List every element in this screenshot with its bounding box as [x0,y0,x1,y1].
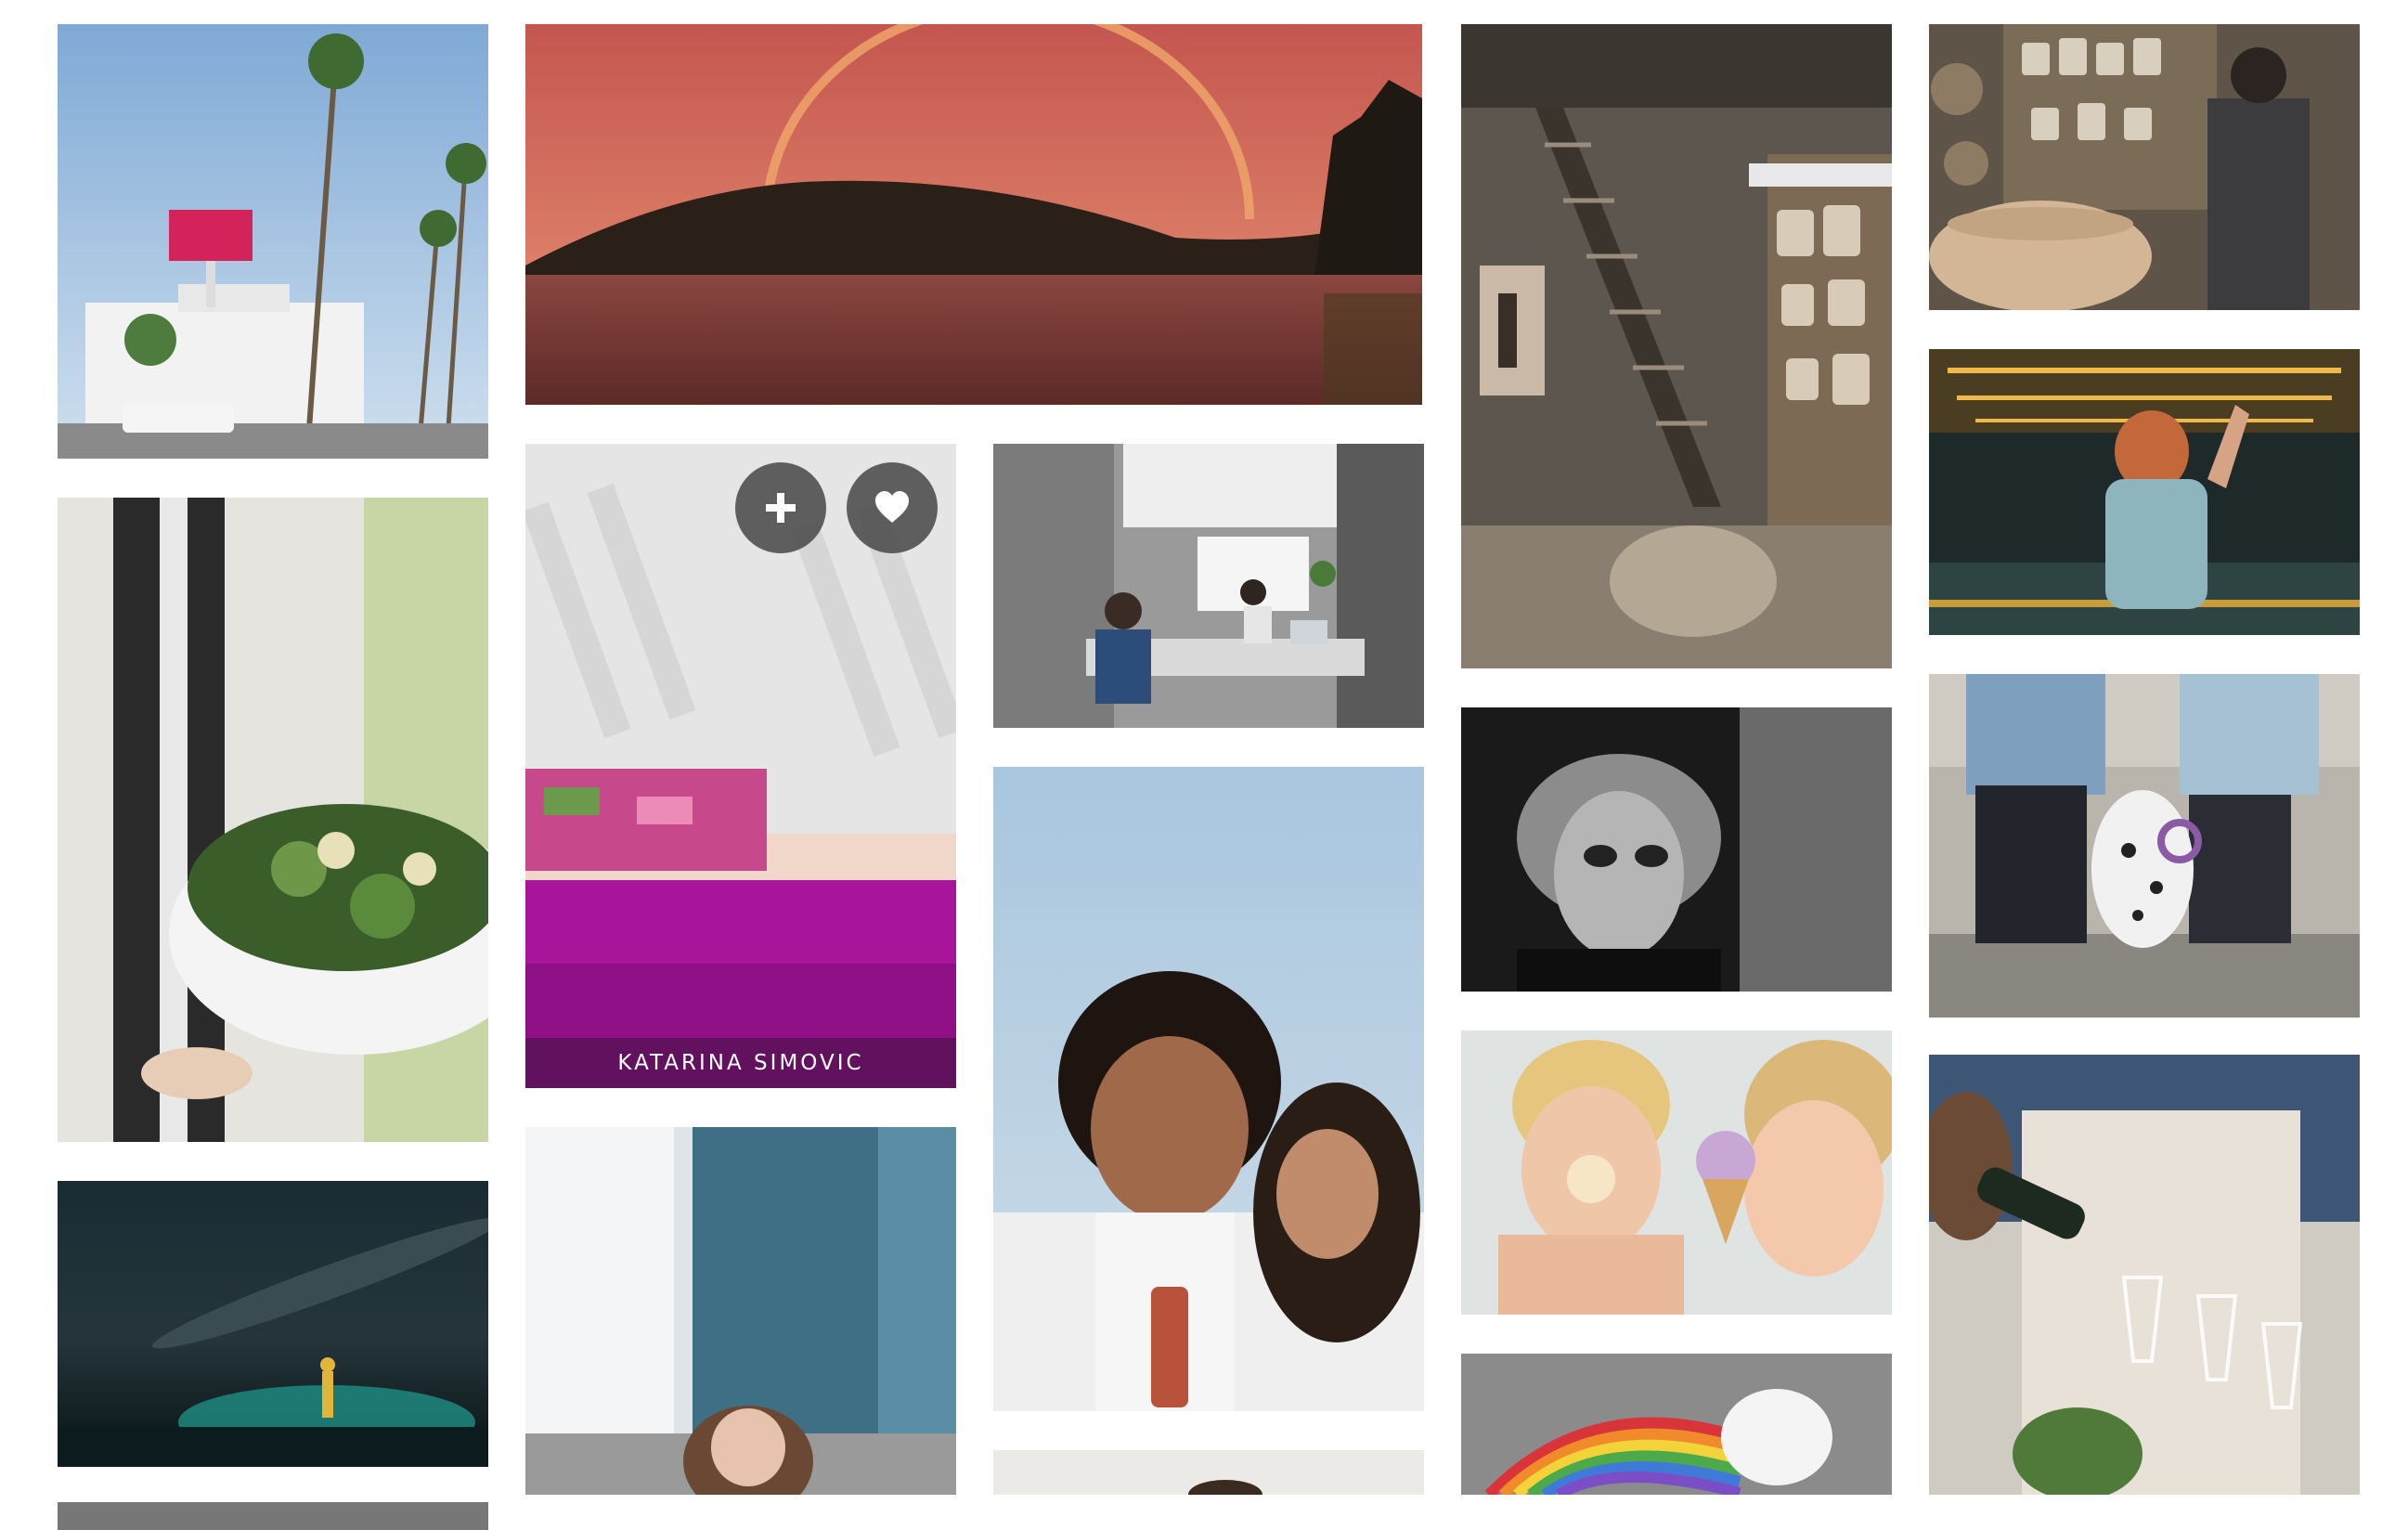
like-button[interactable] [847,462,938,553]
photo-tile-pottery-workshop[interactable] [1461,24,1892,668]
photo-night-sky [58,1181,488,1467]
photo-tile-office[interactable] [993,444,1424,728]
photo-tile-sunlit-bed[interactable]: KATARINA SIMOVIC [525,444,956,1088]
photo-tile-chalk-rainbow[interactable] [1461,1354,1892,1495]
photo-champagne [1929,1055,2360,1495]
photo-pottery-workshop [1461,24,1892,668]
plus-icon [766,493,796,523]
photo-bw-portrait [1461,707,1892,992]
photo-tile-palm-billboard[interactable] [58,24,488,459]
photo-col3-partial [993,1450,1424,1495]
heart-icon [875,491,909,523]
photo-salad-bowl [58,498,488,1142]
photo-tile-night-sky[interactable] [58,1181,488,1467]
add-to-collection-button[interactable] [735,462,826,553]
photo-tile-col1-partial[interactable] [58,1502,488,1530]
photo-dalmatian [1929,674,2360,1018]
photo-tile-dancer[interactable] [1929,349,2360,635]
photo-tile-dalmatian[interactable] [1929,674,2360,1018]
photo-office [993,444,1424,728]
photo-tile-bw-portrait[interactable] [1461,707,1892,992]
photo-tile-potter[interactable] [1929,24,2360,310]
photo-tile-col3-partial[interactable] [993,1450,1424,1495]
photo-tile-window-portrait[interactable] [525,1127,956,1495]
author-name[interactable]: KATARINA SIMOVIC [617,1051,863,1075]
photo-tile-ice-cream-kids[interactable] [1461,1031,1892,1315]
photo-potter [1929,24,2360,310]
photo-ice-cream-kids [1461,1031,1892,1315]
photo-tile-sunset-rainbow[interactable] [525,24,1422,405]
photo-palm-billboard [58,24,488,459]
tile-action-group [735,462,938,553]
photo-chalk-rainbow [1461,1354,1892,1495]
photo-sunset-rainbow [525,24,1422,405]
photo-tile-champagne[interactable] [1929,1055,2360,1495]
author-credit-bar[interactable]: KATARINA SIMOVIC [525,1038,956,1088]
photo-tile-salad-bowl[interactable] [58,498,488,1142]
photo-couple-laughing [993,767,1424,1411]
photo-window-portrait [525,1127,956,1495]
photo-dancer [1929,349,2360,635]
photo-tile-couple-laughing[interactable] [993,767,1424,1411]
